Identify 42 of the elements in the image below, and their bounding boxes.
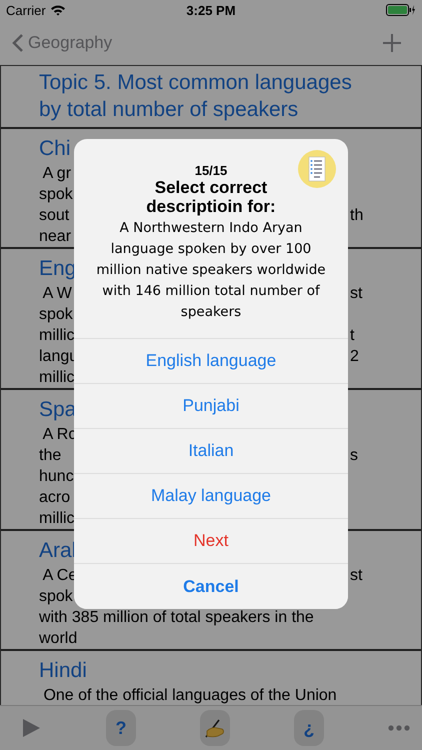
description-text: spok bbox=[39, 306, 73, 323]
carrier-label: Carrier bbox=[6, 2, 46, 18]
add-icon[interactable] bbox=[382, 32, 402, 52]
toolbar-button[interactable]: ¿ bbox=[294, 710, 324, 746]
language-title[interactable]: Chi bbox=[39, 134, 71, 163]
description-text: st bbox=[350, 284, 362, 304]
topic-title: Topic 5. Most common languages by total number of speakers bbox=[39, 70, 353, 123]
chevron-icon bbox=[12, 32, 24, 52]
battery-icon bbox=[386, 4, 416, 16]
question-text: A Northwestern Indo Aryan language spoken by over 100 million native speakers worldwide with 146 million total number of speakers bbox=[95, 219, 327, 322]
description-text: A W bbox=[42, 285, 72, 302]
language-title[interactable]: Hindi bbox=[39, 656, 87, 685]
description-text: st bbox=[350, 566, 362, 586]
description-text: sout bbox=[39, 207, 70, 224]
more-icon[interactable] bbox=[388, 725, 410, 731]
question-counter: 15/15 bbox=[194, 163, 228, 178]
status-time: 3:25 PM bbox=[186, 2, 236, 18]
play-icon[interactable] bbox=[20, 717, 42, 739]
description-text: acro bbox=[39, 489, 70, 506]
description-text: spok bbox=[39, 588, 73, 605]
dialog-heading: Select correct descriptioin for: bbox=[145, 178, 277, 216]
description-text: A gr bbox=[42, 165, 72, 182]
wifi-icon bbox=[50, 4, 66, 16]
description-text: spok bbox=[39, 186, 73, 203]
description-text: the bbox=[39, 447, 62, 464]
description-text: th bbox=[350, 206, 364, 226]
language-title[interactable]: Spa bbox=[39, 395, 76, 424]
description-text: with 385 million of total speakers in the bbox=[39, 609, 314, 626]
description-text: hunc bbox=[39, 468, 74, 485]
description-text: world bbox=[39, 630, 78, 647]
description-text: millic bbox=[39, 510, 75, 527]
description-text: millic bbox=[39, 369, 75, 386]
back-button[interactable]: Geography bbox=[12, 32, 112, 52]
description-text: t bbox=[350, 326, 354, 346]
writing-button[interactable] bbox=[200, 710, 230, 746]
description-text: 2 bbox=[350, 347, 359, 367]
toolbar-button[interactable]: ? bbox=[106, 710, 136, 746]
description-text: One of the official languages of the Union bbox=[42, 687, 337, 704]
description-text: millic bbox=[39, 327, 75, 344]
checklist-icon bbox=[298, 150, 336, 188]
description-text: s bbox=[350, 446, 358, 466]
description-text: near bbox=[39, 228, 72, 245]
